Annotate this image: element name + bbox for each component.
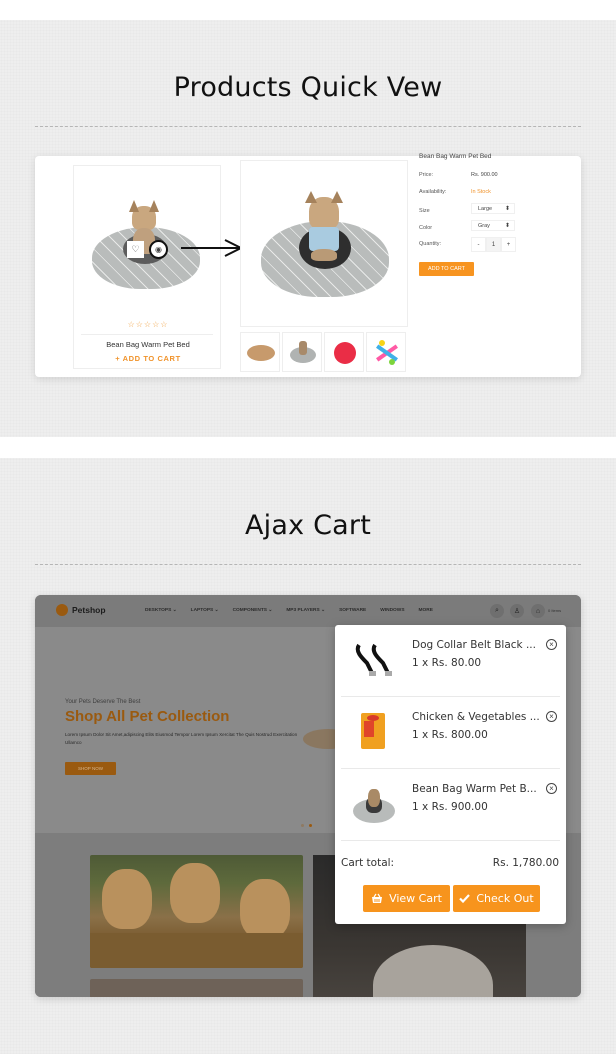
product-card[interactable]: ♡ ◉ ☆☆☆☆☆ Bean Bag Warm Pet Bed + ADD TO… xyxy=(73,165,221,369)
add-to-cart-link[interactable]: + ADD TO CART xyxy=(74,354,222,363)
check-out-button[interactable]: Check Out xyxy=(453,885,540,912)
rating-stars: ☆☆☆☆☆ xyxy=(127,320,169,329)
hero-subtitle: Your Pets Deserve The Best xyxy=(65,699,141,705)
size-value: Large xyxy=(478,206,493,212)
cart-total-value: Rs. 1,780.00 xyxy=(492,857,559,869)
price-value: Rs. 900.00 xyxy=(471,172,498,178)
nav-item-mp3-players[interactable]: MP3 PLAYERS ⌄ xyxy=(286,608,325,613)
quantity-stepper: - 1 + xyxy=(471,237,516,252)
nav-item-windows[interactable]: WINDOWS xyxy=(380,608,404,613)
site-header: Petshop DESKTOPS ⌄ LAPTOPS ⌄ COMPONENTS … xyxy=(35,595,581,627)
cart-item-image[interactable] xyxy=(351,637,396,682)
cart-item-price: 1 x Rs. 800.00 xyxy=(412,729,488,741)
product-name[interactable]: Bean Bag Warm Pet Bed xyxy=(74,340,222,349)
logo-icon xyxy=(56,604,68,616)
qty-decrease-button[interactable]: - xyxy=(471,237,486,252)
select-arrow-icon: ⬍ xyxy=(504,223,510,229)
cart-item-image[interactable] xyxy=(351,781,396,826)
nav-item-more[interactable]: MORE xyxy=(419,608,433,613)
color-select[interactable]: Gray ⬍ xyxy=(471,220,515,231)
divider xyxy=(35,126,581,127)
shop-screenshot: Petshop DESKTOPS ⌄ LAPTOPS ⌄ COMPONENTS … xyxy=(35,595,581,997)
section-title: Ajax Cart xyxy=(245,510,371,541)
availability-label: Availability: xyxy=(419,189,447,195)
nav-item-laptops[interactable]: LAPTOPS ⌄ xyxy=(191,608,219,613)
view-cart-label: View Cart xyxy=(389,892,442,905)
nav-item-components[interactable]: COMPONENTS ⌄ xyxy=(233,608,273,613)
divider xyxy=(81,334,213,335)
user-icon[interactable]: ♙ xyxy=(510,604,524,618)
select-arrow-icon: ⬍ xyxy=(504,206,510,212)
check-out-label: Check Out xyxy=(476,892,534,905)
divider xyxy=(35,564,581,565)
slider-dots xyxy=(301,824,312,827)
remove-item-icon[interactable]: × xyxy=(546,639,557,650)
heart-icon: ♡ xyxy=(131,244,140,254)
quick-view-section: Products Quick Vew ♡ ◉ ☆☆☆☆☆ Bean Bag Wa… xyxy=(0,20,616,437)
cart-item-image[interactable] xyxy=(351,709,396,754)
cart-item: Chicken & Vegetables ... 1 x Rs. 800.00 … xyxy=(341,697,560,769)
cart-dropdown: Dog Collar Belt Black ... 1 x Rs. 80.00 … xyxy=(335,625,566,924)
logo[interactable]: Petshop xyxy=(56,604,106,616)
slider-dot[interactable] xyxy=(301,824,304,827)
check-icon xyxy=(459,894,471,903)
wishlist-button[interactable]: ♡ xyxy=(127,241,144,258)
thumbnail[interactable] xyxy=(240,332,280,372)
quick-view-card: ♡ ◉ ☆☆☆☆☆ Bean Bag Warm Pet Bed + ADD TO… xyxy=(35,153,581,377)
size-label: Size xyxy=(419,208,430,214)
remove-item-icon[interactable]: × xyxy=(546,711,557,722)
gallery-image[interactable] xyxy=(90,979,303,997)
quantity-label: Quantity: xyxy=(419,241,442,247)
cart-item-name[interactable]: Bean Bag Warm Pet B... xyxy=(412,783,537,795)
basket-icon xyxy=(372,893,383,903)
hero-title: Shop All Pet Collection xyxy=(65,708,230,725)
availability-value: In Stock xyxy=(471,189,491,195)
cart-items-count[interactable]: 0 Items xyxy=(548,608,561,613)
hero-description: Lorem Ipsum Dolor Sit Amet,adipiscing El… xyxy=(65,732,298,745)
logo-text: Petshop xyxy=(72,605,106,615)
add-to-cart-button[interactable]: ADD TO CART xyxy=(419,262,474,276)
cart-item-name[interactable]: Chicken & Vegetables ... xyxy=(412,711,540,723)
cart-item: Dog Collar Belt Black ... 1 x Rs. 80.00 … xyxy=(341,625,560,697)
thumbnail[interactable] xyxy=(366,332,406,372)
qty-input[interactable]: 1 xyxy=(486,237,501,252)
arrow-icon xyxy=(181,239,243,257)
view-cart-button[interactable]: View Cart xyxy=(363,885,450,912)
eye-icon: ◉ xyxy=(155,245,162,254)
cart-item-name[interactable]: Dog Collar Belt Black ... xyxy=(412,639,536,651)
qty-increase-button[interactable]: + xyxy=(501,237,516,252)
cart-item-price: 1 x Rs. 80.00 xyxy=(412,657,482,669)
thumbnail[interactable] xyxy=(282,332,322,372)
thumbnail[interactable] xyxy=(324,332,364,372)
detail-title: Bean Bag Warm Pet Bed xyxy=(419,153,492,160)
cart-total-label: Cart total: xyxy=(341,857,395,869)
ajax-cart-section: Ajax Cart Petshop DESKTOPS ⌄ LAPTOPS ⌄ C… xyxy=(0,458,616,1054)
nav-item-software[interactable]: SOFTWARE xyxy=(339,608,366,613)
cart-item: Bean Bag Warm Pet B... 1 x Rs. 900.00 × xyxy=(341,769,560,841)
thumbnail-strip xyxy=(240,332,406,372)
quick-view-button[interactable]: ◉ xyxy=(149,240,168,259)
cart-item-price: 1 x Rs. 900.00 xyxy=(412,801,488,813)
size-select[interactable]: Large ⬍ xyxy=(471,203,515,214)
color-label: Color xyxy=(419,225,433,231)
remove-item-icon[interactable]: × xyxy=(546,783,557,794)
cart-basket-icon[interactable]: ⌂ xyxy=(531,604,545,618)
color-value: Gray xyxy=(478,223,490,229)
section-title: Products Quick Vew xyxy=(173,72,443,103)
price-label: Price: xyxy=(419,172,434,178)
shop-now-button[interactable]: SHOP NOW xyxy=(65,762,116,775)
search-icon[interactable]: ⌕ xyxy=(490,604,504,618)
nav-item-desktops[interactable]: DESKTOPS ⌄ xyxy=(145,608,177,613)
puppies-image[interactable] xyxy=(90,855,303,968)
main-product-image[interactable] xyxy=(240,160,408,327)
main-nav: DESKTOPS ⌄ LAPTOPS ⌄ COMPONENTS ⌄ MP3 PL… xyxy=(145,608,447,613)
slider-dot-active[interactable] xyxy=(309,824,312,827)
